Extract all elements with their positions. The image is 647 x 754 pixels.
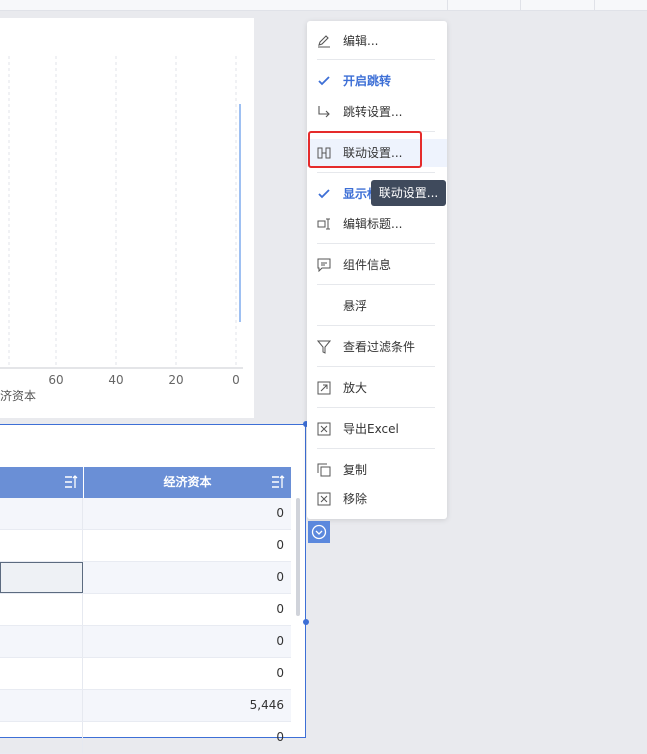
menu-item-label: 放大 [343, 381, 368, 395]
table-scrollbar[interactable] [296, 498, 300, 616]
resize-handle[interactable] [303, 619, 309, 625]
menu-item-label: 导出Excel [343, 422, 399, 436]
menu-item-label: 移除 [343, 492, 368, 506]
filter-icon [317, 340, 331, 354]
menu-item-edit-title[interactable]: 编辑标题... [307, 210, 447, 238]
table-cell[interactable] [0, 498, 83, 529]
menu-divider [317, 325, 435, 326]
table-cell-value[interactable]: 0 [84, 562, 284, 593]
menu-divider [317, 448, 435, 449]
x-axis-title: 济资本 [0, 389, 37, 403]
table-row[interactable]: 0 [0, 626, 291, 658]
widget-menu-button[interactable] [308, 521, 330, 543]
table-cell-value[interactable]: 0 [84, 498, 284, 529]
check-icon [318, 76, 330, 86]
bar-mark[interactable] [239, 104, 241, 322]
table-cell[interactable] [0, 594, 83, 625]
table-cell[interactable] [0, 690, 83, 721]
table-row[interactable]: 0 [0, 562, 291, 594]
column-header-1[interactable] [0, 467, 84, 498]
context-menu: 编辑... 开启跳转 跳转设置... 联动设置... 显示标题 编辑标题... … [307, 21, 447, 519]
tooltip: 联动设置... [371, 180, 446, 206]
sort-icon[interactable] [64, 474, 78, 490]
menu-item-label: 编辑标题... [343, 217, 403, 231]
column-header-label: 经济资本 [163, 475, 212, 489]
enlarge-icon [317, 381, 331, 395]
table-row[interactable]: 0 [0, 498, 291, 530]
menu-item-label: 开启跳转 [343, 74, 392, 88]
menu-item-component-info[interactable]: 组件信息 [307, 251, 447, 279]
table-cell-value[interactable]: 0 [84, 594, 284, 625]
table-cell-value[interactable]: 0 [84, 626, 284, 657]
menu-item-label: 组件信息 [343, 258, 392, 272]
menu-item-float[interactable]: 悬浮 [307, 292, 447, 320]
menu-divider [317, 284, 435, 285]
menu-item-view-filter[interactable]: 查看过滤条件 [307, 333, 447, 361]
menu-item-remove[interactable]: 移除 [307, 485, 447, 513]
menu-item-jump-settings[interactable]: 跳转设置... [307, 98, 447, 126]
table-row[interactable]: 0 [0, 530, 291, 562]
excel-icon [317, 422, 331, 436]
x-tick-label: 40 [108, 373, 123, 387]
menu-item-label: 查看过滤条件 [343, 340, 416, 354]
menu-item-label: 悬浮 [343, 299, 368, 313]
table-header: 经济资本 [0, 467, 291, 498]
table-row[interactable]: 0 [0, 594, 291, 626]
copy-icon [317, 463, 331, 477]
menu-item-edit[interactable]: 编辑... [307, 27, 447, 55]
chart-widget[interactable]: 60 40 20 0 济资本 [0, 18, 254, 418]
menu-item-label: 编辑... [343, 34, 379, 48]
menu-item-export-excel[interactable]: 导出Excel [307, 415, 447, 443]
menu-item-copy[interactable]: 复制 [307, 456, 447, 484]
table-cell[interactable] [0, 658, 83, 689]
x-tick-label: 20 [168, 373, 183, 387]
table-cell-value[interactable]: 0 [84, 658, 284, 689]
info-comment-icon [317, 258, 331, 272]
toolbar-divider [594, 0, 595, 10]
sort-icon[interactable] [271, 474, 285, 490]
remove-icon [317, 492, 331, 506]
selected-table-cell[interactable] [0, 562, 83, 593]
menu-item-enable-jump[interactable]: 开启跳转 [307, 67, 447, 95]
table-cell-value[interactable]: 0 [84, 530, 284, 561]
toolbar-divider [520, 0, 521, 10]
menu-divider [317, 59, 435, 60]
table-widget[interactable]: 经济资本 0 0 0 0 0 0 5,446 0 [0, 424, 306, 754]
toolbar-divider [447, 0, 448, 10]
edit-title-icon [317, 218, 330, 230]
table-row[interactable]: 0 [0, 722, 291, 754]
check-icon [318, 189, 330, 199]
menu-item-enlarge[interactable]: 放大 [307, 374, 447, 402]
menu-item-label: 跳转设置... [343, 105, 403, 119]
bar-chart: 60 40 20 0 [0, 56, 243, 387]
table-cell[interactable] [0, 530, 83, 561]
highlight-box [308, 131, 422, 168]
table-row[interactable]: 0 [0, 658, 291, 690]
edit-icon [318, 35, 330, 48]
table-row[interactable]: 5,446 [0, 690, 291, 722]
redirect-arrow-icon [318, 106, 330, 118]
top-toolbar [0, 0, 647, 11]
menu-divider [317, 172, 435, 173]
menu-item-label: 复制 [343, 463, 368, 477]
column-header-economic-capital[interactable]: 经济资本 [84, 467, 291, 498]
menu-divider [317, 407, 435, 408]
table-cell-value[interactable]: 5,446 [84, 690, 284, 721]
menu-divider [317, 243, 435, 244]
chevron-down-circle-icon [311, 524, 327, 540]
table-cell[interactable] [0, 626, 83, 657]
x-tick-label: 0 [232, 373, 240, 387]
x-tick-label: 60 [48, 373, 63, 387]
menu-divider [317, 366, 435, 367]
